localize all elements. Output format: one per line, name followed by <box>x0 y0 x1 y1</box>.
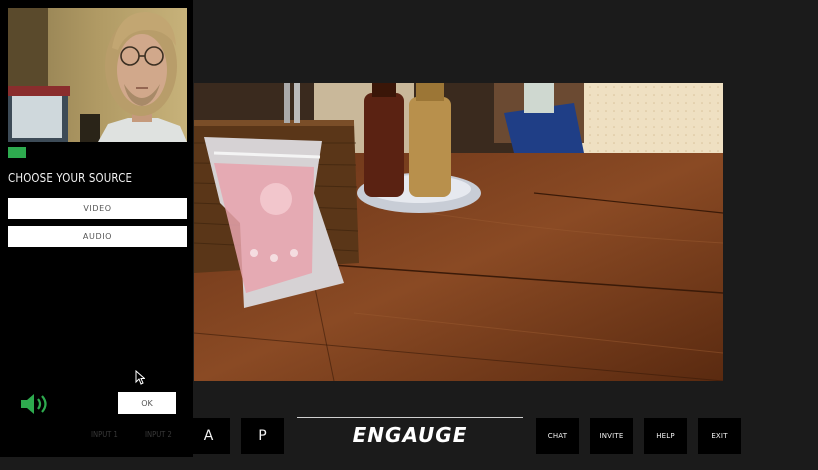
engauge-logo: ENGAUGE <box>352 423 468 447</box>
logo-divider <box>297 417 523 418</box>
p-button[interactable]: P <box>241 418 284 454</box>
chat-button[interactable]: CHAT <box>536 418 579 454</box>
input-1-label[interactable]: INPUT 1 <box>91 430 118 439</box>
ok-button[interactable]: OK <box>118 392 176 414</box>
exit-button[interactable]: EXIT <box>698 418 741 454</box>
invite-button[interactable]: INVITE <box>590 418 633 454</box>
audio-level-indicator <box>8 147 26 158</box>
choose-source-heading: CHOOSE YOUR SOURCE <box>8 170 133 185</box>
app-window: CHOOSE YOUR SOURCE VIDEO AUDIO OK INPUT … <box>0 0 818 470</box>
main-video-feed <box>194 83 723 381</box>
audio-source-button[interactable]: AUDIO <box>8 226 187 247</box>
self-camera-preview <box>8 8 187 142</box>
cursor-icon <box>135 369 146 385</box>
help-button[interactable]: HELP <box>644 418 687 454</box>
input-2-label[interactable]: INPUT 2 <box>145 430 172 439</box>
a-button[interactable]: A <box>187 418 230 454</box>
speaker-icon[interactable] <box>20 392 52 416</box>
source-panel: CHOOSE YOUR SOURCE VIDEO AUDIO OK <box>0 0 193 457</box>
video-source-button[interactable]: VIDEO <box>8 198 187 219</box>
